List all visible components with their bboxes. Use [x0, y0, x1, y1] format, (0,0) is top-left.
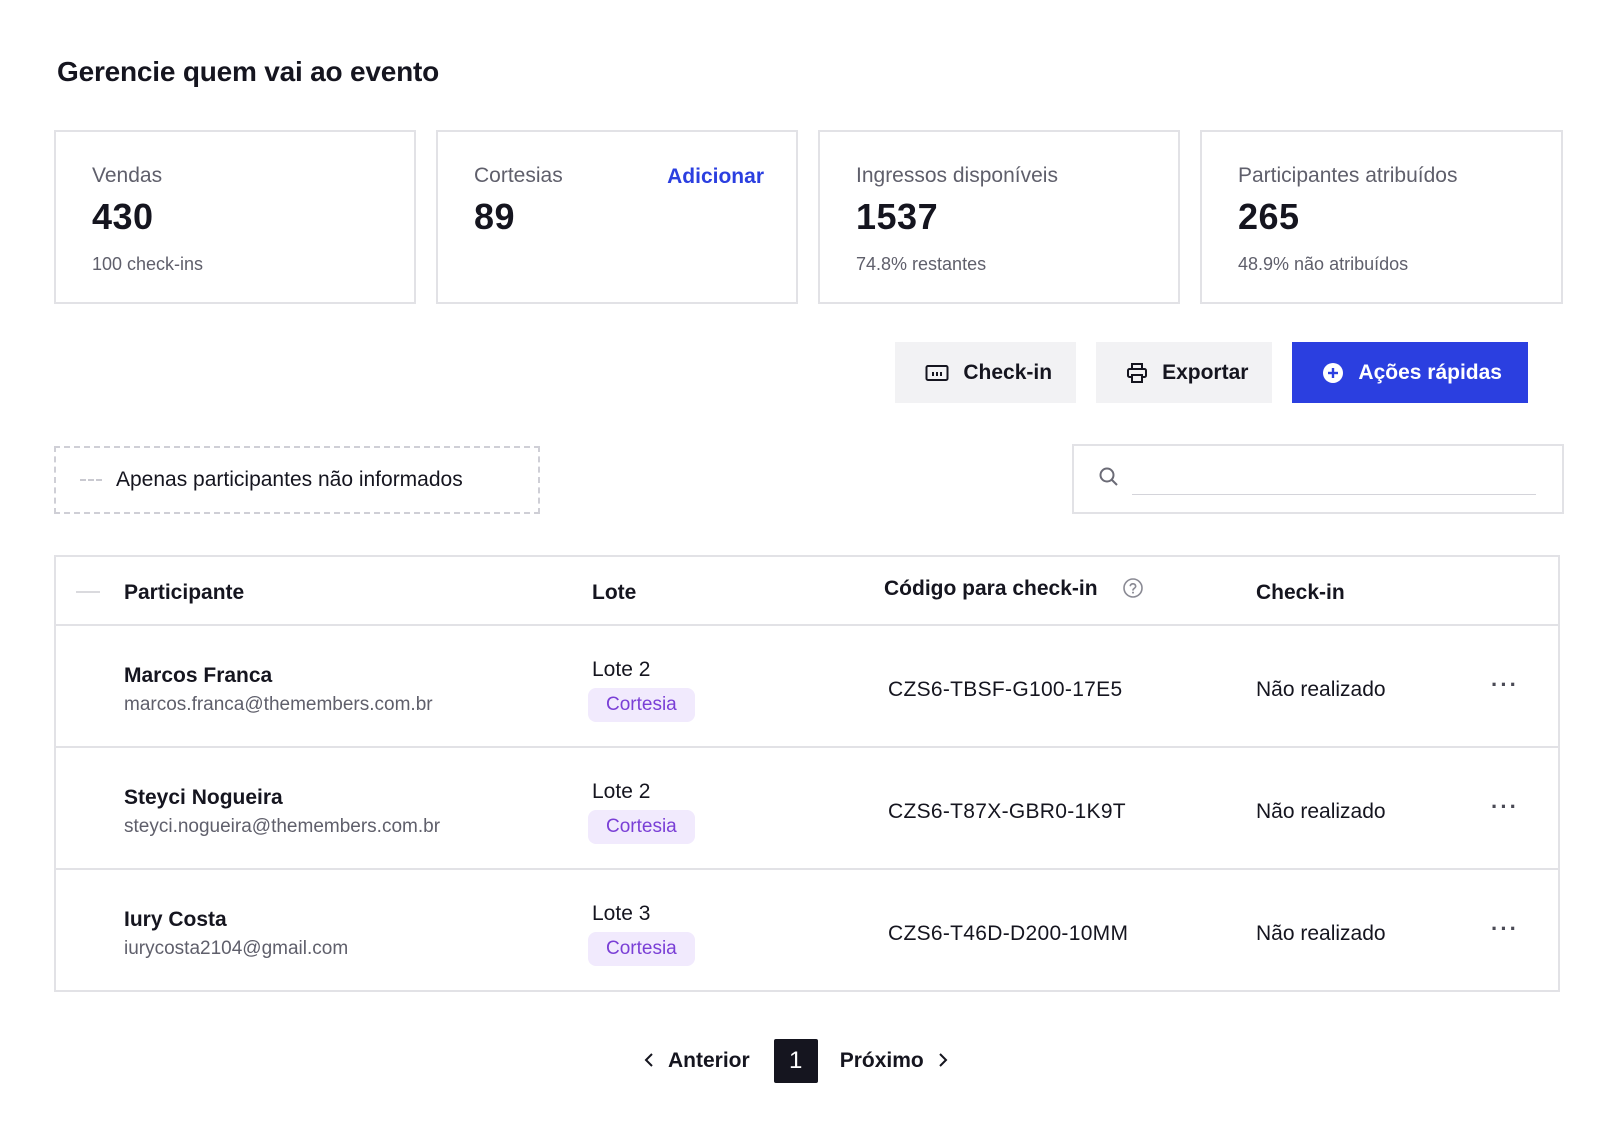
participant-email: iurycosta2104@gmail.com — [124, 938, 349, 959]
unassigned-filter-toggle[interactable]: Apenas participantes não informados — [54, 446, 540, 514]
table-header: Participante Lote Código para check-in C… — [56, 557, 1558, 626]
table-row: Iury Costa iurycosta2104@gmail.com Lote … — [56, 870, 1558, 992]
stat-card-ingressos: Ingressos disponíveis 1537 74.8% restant… — [818, 130, 1180, 304]
export-button[interactable]: Exportar — [1096, 342, 1273, 403]
stat-card-vendas: Vendas 430 100 check-ins — [54, 130, 416, 304]
more-horizontal-icon[interactable]: ··· — [1491, 916, 1519, 942]
checkin-button-label: Check-in — [963, 360, 1053, 384]
stats-cards: Vendas 430 100 check-ins Cortesias 89 Ad… — [54, 130, 1563, 304]
help-circle-icon[interactable] — [1122, 577, 1144, 604]
stat-value: 265 — [1238, 196, 1300, 237]
current-page-indicator[interactable]: 1 — [773, 1038, 818, 1083]
toolbar: Check-in Exportar Ações rápidas — [895, 342, 1528, 403]
chevron-left-icon — [644, 1049, 654, 1073]
participant-name: Iury Costa — [124, 908, 227, 931]
checkin-status: Não realizado — [1256, 678, 1386, 701]
page-title: Gerencie quem vai ao evento — [57, 56, 440, 87]
table-row: Marcos Franca marcos.franca@themembers.c… — [56, 626, 1558, 748]
stat-card-cortesias: Cortesias 89 Adicionar — [436, 130, 798, 304]
more-horizontal-icon[interactable]: ··· — [1491, 794, 1519, 820]
table-row: Steyci Nogueira steyci.nogueira@themembe… — [56, 748, 1558, 870]
pagination: Anterior 1 Próximo — [644, 1038, 948, 1083]
previous-page-button[interactable]: Anterior — [644, 1049, 750, 1073]
checkin-code: CZS6-TBSF-G100-17E5 — [888, 678, 1123, 701]
checkin-button[interactable]: Check-in — [895, 342, 1077, 403]
stat-label: Ingressos disponíveis — [856, 164, 1058, 187]
stat-value: 1537 — [856, 196, 939, 237]
checkin-status: Não realizado — [1256, 922, 1386, 945]
chevron-right-icon — [938, 1049, 948, 1073]
courtesy-badge: Cortesia — [588, 688, 695, 722]
quick-actions-button-label: Ações rápidas — [1358, 360, 1502, 384]
lote-name: Lote 2 — [592, 658, 651, 681]
search-input[interactable] — [1132, 463, 1536, 495]
checkin-code: CZS6-T87X-GBR0-1K9T — [888, 800, 1126, 823]
search-box — [1072, 444, 1564, 514]
lote-name: Lote 2 — [592, 780, 651, 803]
column-header-participante: Participante — [124, 581, 245, 604]
filter-checkbox-indicator — [80, 479, 102, 481]
stat-sub: 48.9% não atribuídos — [1238, 254, 1409, 274]
column-header-checkin: Check-in — [1256, 581, 1345, 604]
courtesy-badge: Cortesia — [588, 932, 695, 966]
more-horizontal-icon[interactable]: ··· — [1491, 672, 1519, 698]
checkin-status: Não realizado — [1256, 800, 1386, 823]
stat-value: 430 — [92, 196, 154, 237]
stat-label: Participantes atribuídos — [1238, 164, 1458, 187]
select-all-checkbox[interactable] — [76, 591, 100, 593]
plus-circle-icon — [1322, 362, 1344, 384]
stat-sub: 100 check-ins — [92, 254, 204, 274]
add-courtesy-link[interactable]: Adicionar — [667, 165, 764, 189]
courtesy-badge: Cortesia — [588, 810, 695, 844]
next-page-button[interactable]: Próximo — [840, 1049, 948, 1073]
participant-email: marcos.franca@themembers.com.br — [124, 694, 433, 715]
participant-name: Marcos Franca — [124, 664, 273, 687]
stat-sub: 74.8% restantes — [856, 254, 987, 274]
lote-name: Lote 3 — [592, 902, 651, 925]
stat-card-participantes: Participantes atribuídos 265 48.9% não a… — [1200, 130, 1563, 304]
stat-value: 89 — [474, 196, 516, 237]
next-page-label: Próximo — [839, 1048, 924, 1072]
search-icon — [1098, 466, 1120, 493]
printer-icon — [1126, 362, 1148, 384]
column-header-codigo: Código para check-in — [884, 577, 1098, 600]
quick-actions-button[interactable]: Ações rápidas — [1292, 342, 1528, 403]
filter-label: Apenas participantes não informados — [116, 468, 463, 491]
column-header-lote: Lote — [592, 581, 637, 604]
stat-label: Vendas — [92, 164, 163, 187]
participant-email: steyci.nogueira@themembers.com.br — [124, 816, 441, 837]
ticket-icon — [925, 364, 949, 382]
checkin-code: CZS6-T46D-D200-10MM — [888, 922, 1129, 945]
participants-table: Participante Lote Código para check-in C… — [54, 555, 1560, 992]
export-button-label: Exportar — [1162, 360, 1249, 384]
participant-name: Steyci Nogueira — [124, 786, 283, 809]
previous-page-label: Anterior — [668, 1048, 750, 1072]
